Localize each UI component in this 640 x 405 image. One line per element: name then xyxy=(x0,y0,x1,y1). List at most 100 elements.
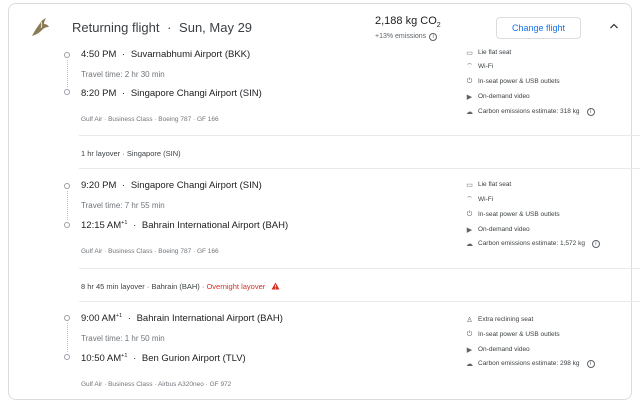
arrival-time: 10:50 AM xyxy=(81,353,122,365)
segment-2-departure: 9:20 PM · Singapore Changi Airport (SIN) xyxy=(81,180,262,192)
departure-dot xyxy=(64,52,70,58)
change-flight-button[interactable]: Change flight xyxy=(496,17,581,39)
warning-icon xyxy=(271,282,280,290)
returning-flight-header: Returning flight · Sun, May 29 xyxy=(72,20,252,35)
carbon-text: Carbon emissions estimate: 318 kg xyxy=(478,108,580,115)
segment-2-flight-meta: Gulf Air · Business Class · Boeing 787 ·… xyxy=(81,248,219,255)
day-offset: +1 xyxy=(115,313,123,319)
amenity-text: Wi-Fi xyxy=(478,63,494,70)
wifi-icon: ⌔ xyxy=(466,63,473,70)
seat-icon: ▭ xyxy=(466,49,473,57)
amenity-text: Wi-Fi xyxy=(478,196,494,203)
layover-2: 8 hr 45 min layover · Bahrain (BAH) · Ov… xyxy=(81,282,280,291)
amenity-text: On-demand video xyxy=(478,226,530,233)
total-co2: 2,188 kg CO2 xyxy=(375,15,441,29)
timeline-line xyxy=(67,60,68,87)
segment-1-travel-time: Travel time: 2 hr 30 min xyxy=(81,70,165,79)
segment-1-flight-meta: Gulf Air · Business Class · Boeing 787 ·… xyxy=(81,116,219,123)
amenity-power: ⏻ In-seat power & USB outlets xyxy=(465,330,560,339)
emissions-note: +13% emissions i xyxy=(375,33,438,41)
co2-subscript: 2 xyxy=(436,22,441,30)
arrival-airport: Ben Gurion Airport (TLV) xyxy=(141,353,246,365)
amenity-text: In-seat power & USB outlets xyxy=(478,78,560,85)
info-icon[interactable]: i xyxy=(429,33,438,41)
header-separator: · xyxy=(167,20,172,35)
wifi-icon: ⌔ xyxy=(466,196,473,203)
amenity-text: Lie flat seat xyxy=(478,181,512,188)
co2-icon: ☁ xyxy=(466,240,473,248)
carbon-estimate: ☁ Carbon emissions estimate: 1,572 kg i xyxy=(465,239,600,248)
video-icon: ▶ xyxy=(466,226,473,234)
carbon-estimate: ☁ Carbon emissions estimate: 298 kg i xyxy=(465,359,595,368)
departure-time: 9:20 PM xyxy=(81,180,117,192)
amenity-power: ⏻ In-seat power & USB outlets xyxy=(465,210,560,219)
amenity-video: ▶ On-demand video xyxy=(465,225,530,234)
amenity-extra-reclining: ♙ Extra reclining seat xyxy=(465,315,533,324)
amenity-wifi: ⌔ Wi-Fi xyxy=(465,195,493,204)
amenity-text: In-seat power & USB outlets xyxy=(478,331,560,338)
arrival-time: 8:20 PM xyxy=(81,88,117,100)
video-icon: ▶ xyxy=(466,346,473,354)
co2-icon: ☁ xyxy=(466,108,473,116)
carbon-text: Carbon emissions estimate: 298 kg xyxy=(478,360,580,367)
departure-time: 4:50 PM xyxy=(81,49,117,61)
emissions-note-text: +13% emissions xyxy=(375,33,427,40)
gulf-air-falcon-icon xyxy=(32,18,49,36)
flight-details-card: Returning flight · Sun, May 29 2,188 kg … xyxy=(8,3,640,400)
video-icon: ▶ xyxy=(466,93,473,101)
segment-1-departure: 4:50 PM · Suvarnabhumi Airport (BKK) xyxy=(81,49,251,61)
arrival-dot xyxy=(64,354,70,360)
layover-text: 8 hr 45 min layover · Bahrain (BAH) · xyxy=(81,282,207,291)
divider xyxy=(79,301,640,302)
amenity-lie-flat: ▭ Lie flat seat xyxy=(465,48,511,57)
departure-dot xyxy=(64,183,70,189)
segment-2-travel-time: Travel time: 7 hr 55 min xyxy=(81,201,165,210)
seat-icon: ▭ xyxy=(466,181,473,189)
arrival-airport: Singapore Changi Airport (SIN) xyxy=(130,88,262,100)
amenity-text: On-demand video xyxy=(478,93,530,100)
segment-3-travel-time: Travel time: 1 hr 50 min xyxy=(81,334,165,343)
layover-1: 1 hr layover · Singapore (SIN) xyxy=(81,149,181,158)
day-offset: +1 xyxy=(121,353,128,359)
departure-dot xyxy=(64,315,70,321)
segment-1-arrival: 8:20 PM · Singapore Changi Airport (SIN) xyxy=(81,88,262,100)
departure-airport: Singapore Changi Airport (SIN) xyxy=(130,180,262,192)
header-title: Returning flight xyxy=(72,20,160,35)
carbon-estimate: ☁ Carbon emissions estimate: 318 kg i xyxy=(465,107,595,116)
info-icon[interactable]: i xyxy=(586,107,595,116)
segment-3-flight-meta: Gulf Air · Business Class · Airbus A320n… xyxy=(81,381,232,388)
amenity-wifi: ⌔ Wi-Fi xyxy=(465,62,493,71)
segment-3-arrival: 10:50 AM+1 · Ben Gurion Airport (TLV) xyxy=(81,353,246,365)
co2-icon: ☁ xyxy=(466,360,473,368)
amenity-video: ▶ On-demand video xyxy=(465,345,530,354)
overnight-layover-warning: Overnight layover xyxy=(206,282,266,291)
amenity-text: Extra reclining seat xyxy=(478,316,534,323)
departure-airport: Bahrain International Airport (BAH) xyxy=(136,313,283,325)
arrival-airport: Bahrain International Airport (BAH) xyxy=(141,220,289,232)
amenity-text: On-demand video xyxy=(478,346,530,353)
amenity-video: ▶ On-demand video xyxy=(465,92,530,101)
chevron-up-icon[interactable] xyxy=(609,21,619,31)
info-icon[interactable]: i xyxy=(591,239,600,248)
amenity-text: In-seat power & USB outlets xyxy=(478,211,560,218)
power-plug-icon: ⏻ xyxy=(466,330,473,338)
co2-value: 2,188 kg CO xyxy=(375,15,437,27)
arrival-dot xyxy=(64,222,70,228)
info-icon[interactable]: i xyxy=(586,359,595,368)
arrival-dot xyxy=(64,89,70,95)
power-plug-icon: ⏻ xyxy=(466,77,473,85)
departure-airport: Suvarnabhumi Airport (BKK) xyxy=(130,49,251,61)
segment-3-departure: 9:00 AM+1 · Bahrain International Airpor… xyxy=(81,313,283,325)
header-date: Sun, May 29 xyxy=(179,20,253,35)
timeline-line xyxy=(67,191,68,220)
power-plug-icon: ⏻ xyxy=(466,210,473,218)
amenity-text: Lie flat seat xyxy=(478,49,512,56)
departure-time: 9:00 AM xyxy=(81,313,116,325)
divider xyxy=(79,135,640,136)
carbon-text: Carbon emissions estimate: 1,572 kg xyxy=(478,240,585,247)
segment-2-arrival: 12:15 AM+1 · Bahrain International Airpo… xyxy=(81,220,289,232)
layover-text: 1 hr layover · Singapore (SIN) xyxy=(81,149,181,158)
arrival-time: 12:15 AM xyxy=(81,220,122,232)
seat-icon: ♙ xyxy=(466,316,473,324)
amenity-power: ⏻ In-seat power & USB outlets xyxy=(465,77,560,86)
